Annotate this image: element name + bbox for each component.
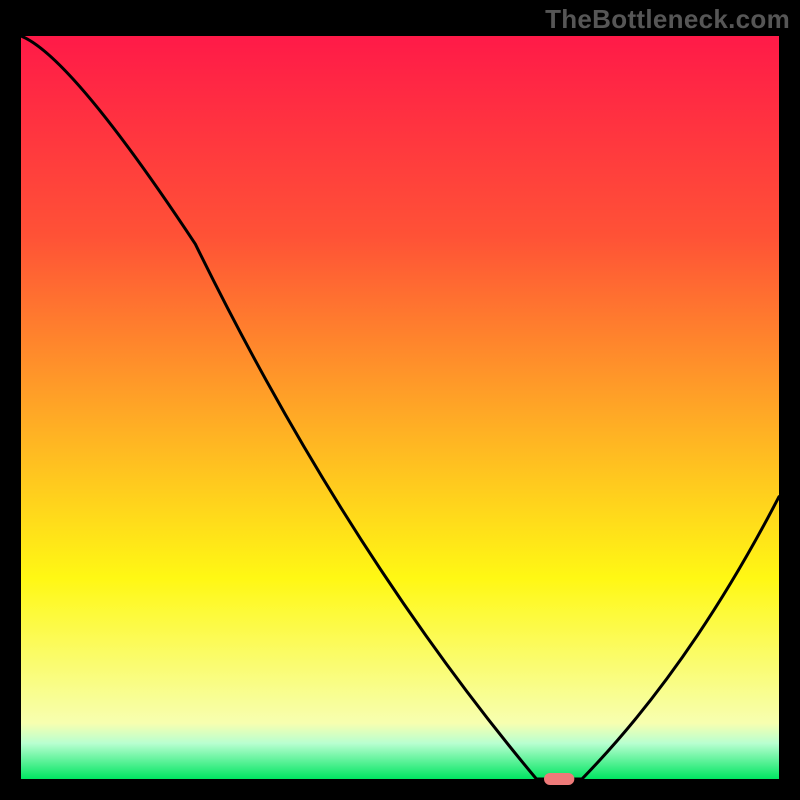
chart-frame: { "watermark": "TheBottleneck.com", "plo… (0, 0, 800, 800)
watermark-text: TheBottleneck.com (545, 4, 790, 35)
bottleneck-chart (0, 0, 800, 800)
optimal-marker (544, 773, 574, 785)
heat-gradient-area (21, 36, 779, 779)
